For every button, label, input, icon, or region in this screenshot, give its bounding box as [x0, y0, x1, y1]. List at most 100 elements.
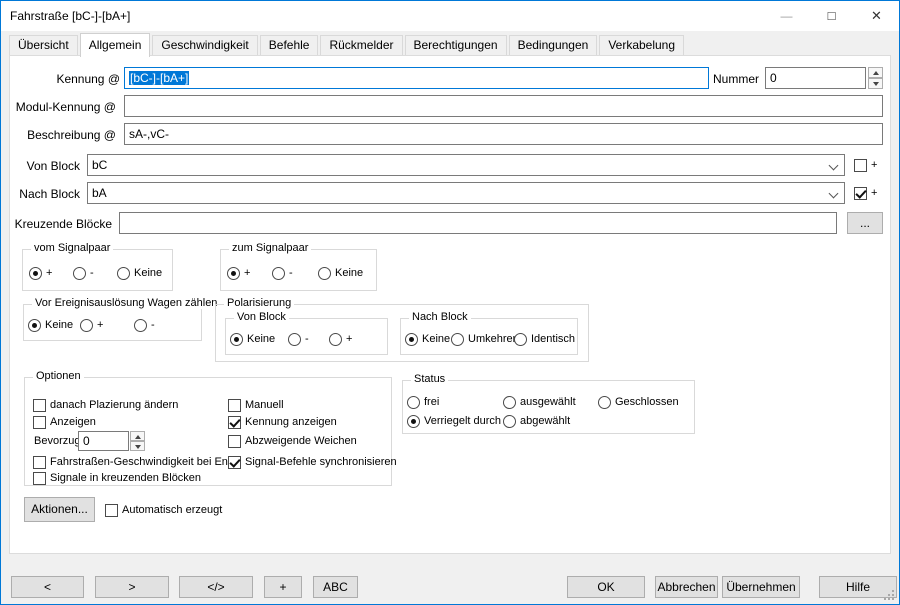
radio-icon — [230, 333, 243, 346]
radio-pol-von-minus[interactable]: - — [288, 331, 309, 347]
checkbox-signal-befehle-sync[interactable]: Signal-Befehle synchronisieren — [228, 454, 397, 470]
bevorzugt-spinner — [130, 431, 145, 451]
checkbox-abzweigende-weichen[interactable]: Abzweigende Weichen — [228, 433, 357, 449]
dialog-window: Fahrstraße [bC-]-[bA+] — □ ✕ Übersicht A… — [0, 0, 900, 605]
radio-wagen-minus[interactable]: - — [134, 317, 155, 333]
resize-grip[interactable] — [892, 598, 894, 600]
radio-pol-nach-keine[interactable]: Keine — [405, 331, 450, 347]
radio-label: + — [46, 267, 52, 279]
group-title: Polarisierung — [224, 297, 294, 309]
nav-back-button[interactable]: < — [11, 576, 84, 598]
radio-vom-signalpaar-minus[interactable]: - — [73, 265, 94, 281]
bevorzugt-input[interactable]: 0 — [78, 431, 129, 451]
tab-berechtigungen[interactable]: Berechtigungen — [405, 35, 507, 55]
nav-forward-button[interactable]: > — [95, 576, 169, 598]
radio-label: Verriegelt durch — [424, 415, 501, 427]
kreuzende-bloecke-input[interactable] — [119, 212, 837, 234]
von-block-plus-checkbox[interactable]: + — [854, 157, 877, 173]
radio-vom-signalpaar-plus[interactable]: + — [29, 265, 52, 281]
radio-label: + — [346, 333, 352, 345]
radio-status-abgewaehlt[interactable]: abgewählt — [503, 413, 570, 429]
radio-icon — [80, 319, 93, 332]
nach-block-plus-label: + — [871, 187, 877, 199]
aktionen-button[interactable]: Aktionen... — [24, 497, 95, 522]
checkbox-kennung-anzeigen[interactable]: Kennung anzeigen — [228, 414, 337, 430]
checkbox-icon — [33, 399, 46, 412]
radio-icon — [329, 333, 342, 346]
radio-icon — [288, 333, 301, 346]
close-icon[interactable]: ✕ — [854, 1, 899, 31]
spin-up-icon[interactable] — [130, 431, 145, 441]
radio-pol-von-keine[interactable]: Keine — [230, 331, 275, 347]
radio-status-geschlossen[interactable]: Geschlossen — [598, 394, 679, 410]
minimize-icon[interactable]: — — [764, 1, 809, 31]
radio-icon — [29, 267, 42, 280]
radio-wagen-keine[interactable]: Keine — [28, 317, 73, 333]
nummer-input[interactable]: 0 — [765, 67, 866, 89]
radio-icon — [407, 415, 420, 428]
checkbox-manuell[interactable]: Manuell — [228, 397, 284, 413]
radio-pol-von-plus[interactable]: + — [329, 331, 352, 347]
nach-block-plus-checkbox[interactable]: + — [854, 185, 877, 201]
group-title: Von Block — [234, 311, 289, 323]
radio-label: + — [97, 319, 103, 331]
radio-label: Umkehren — [468, 333, 519, 345]
checkbox-icon — [228, 399, 241, 412]
code-button[interactable]: </> — [179, 576, 253, 598]
tab-rueckmelder[interactable]: Rückmelder — [320, 35, 402, 55]
radio-zum-signalpaar-keine[interactable]: Keine — [318, 265, 363, 281]
group-optionen: Optionen danach Plazierung ändern Anzeig… — [24, 377, 392, 486]
checkbox-anzeigen[interactable]: Anzeigen — [33, 414, 96, 430]
beschreibung-input[interactable]: sA-,vC- — [124, 123, 883, 145]
add-button[interactable]: + — [264, 576, 302, 598]
radio-status-frei[interactable]: frei — [407, 394, 439, 410]
titlebar[interactable]: Fahrstraße [bC-]-[bA+] — □ ✕ — [1, 1, 899, 31]
radio-pol-nach-umkehren[interactable]: Umkehren — [451, 331, 519, 347]
cancel-button[interactable]: Abbrechen — [655, 576, 718, 598]
spin-down-icon[interactable] — [130, 441, 145, 451]
beschreibung-label: Beschreibung @ — [10, 128, 116, 142]
tab-allgemein[interactable]: Allgemein — [80, 33, 151, 57]
radio-zum-signalpaar-minus[interactable]: - — [272, 265, 293, 281]
checkbox-icon — [105, 504, 118, 517]
ok-button[interactable]: OK — [567, 576, 645, 598]
checkbox-signale-kreuzend[interactable]: Signale in kreuzenden Blöcken — [33, 470, 201, 486]
radio-label: Geschlossen — [615, 396, 679, 408]
kennung-input[interactable]: [bC-]-[bA+] — [124, 67, 709, 89]
group-wagen-zaehlen: Vor Ereignisauslösung Wagen zählen Keine… — [23, 304, 202, 341]
maximize-icon[interactable]: □ — [809, 1, 854, 31]
checkbox-danach-plazierung[interactable]: danach Plazierung ändern — [33, 397, 178, 413]
tab-befehle[interactable]: Befehle — [260, 35, 319, 55]
kennung-selected-text: [bC-]-[bA+] — [129, 71, 189, 85]
radio-icon — [598, 396, 611, 409]
window-title: Fahrstraße [bC-]-[bA+] — [10, 9, 130, 23]
checkbox-label: Signal-Befehle synchronisieren — [245, 456, 397, 468]
tab-bedingungen[interactable]: Bedingungen — [509, 35, 598, 55]
abc-button[interactable]: ABC — [313, 576, 358, 598]
modul-kennung-input[interactable] — [124, 95, 883, 117]
radio-icon — [73, 267, 86, 280]
radio-label: + — [244, 267, 250, 279]
von-block-combobox[interactable]: bC — [87, 154, 845, 176]
tab-verkabelung[interactable]: Verkabelung — [599, 35, 684, 55]
checkbox-automatisch-erzeugt[interactable]: Automatisch erzeugt — [105, 502, 222, 518]
group-vom-signalpaar: vom Signalpaar + - Keine — [22, 249, 173, 291]
help-button[interactable]: Hilfe — [819, 576, 897, 598]
spin-down-icon[interactable] — [868, 78, 883, 89]
spin-up-icon[interactable] — [868, 67, 883, 78]
checkbox-geschwindigkeit-enter[interactable]: Fahrstraßen-Geschwindigkeit bei Enter — [33, 454, 241, 470]
apply-button[interactable]: Übernehmen — [722, 576, 800, 598]
group-zum-signalpaar: zum Signalpaar + - Keine — [220, 249, 377, 291]
radio-label: ausgewählt — [520, 396, 576, 408]
radio-zum-signalpaar-plus[interactable]: + — [227, 265, 250, 281]
radio-status-ausgewaehlt[interactable]: ausgewählt — [503, 394, 576, 410]
radio-icon — [503, 415, 516, 428]
tab-geschwindigkeit[interactable]: Geschwindigkeit — [152, 35, 257, 55]
nach-block-combobox[interactable]: bA — [87, 182, 845, 204]
browse-button[interactable]: ... — [847, 212, 883, 234]
radio-vom-signalpaar-keine[interactable]: Keine — [117, 265, 162, 281]
radio-status-verriegelt[interactable]: Verriegelt durch — [407, 413, 501, 429]
radio-pol-nach-identisch[interactable]: Identisch — [514, 331, 575, 347]
tab-uebersicht[interactable]: Übersicht — [9, 35, 78, 55]
radio-wagen-plus[interactable]: + — [80, 317, 103, 333]
